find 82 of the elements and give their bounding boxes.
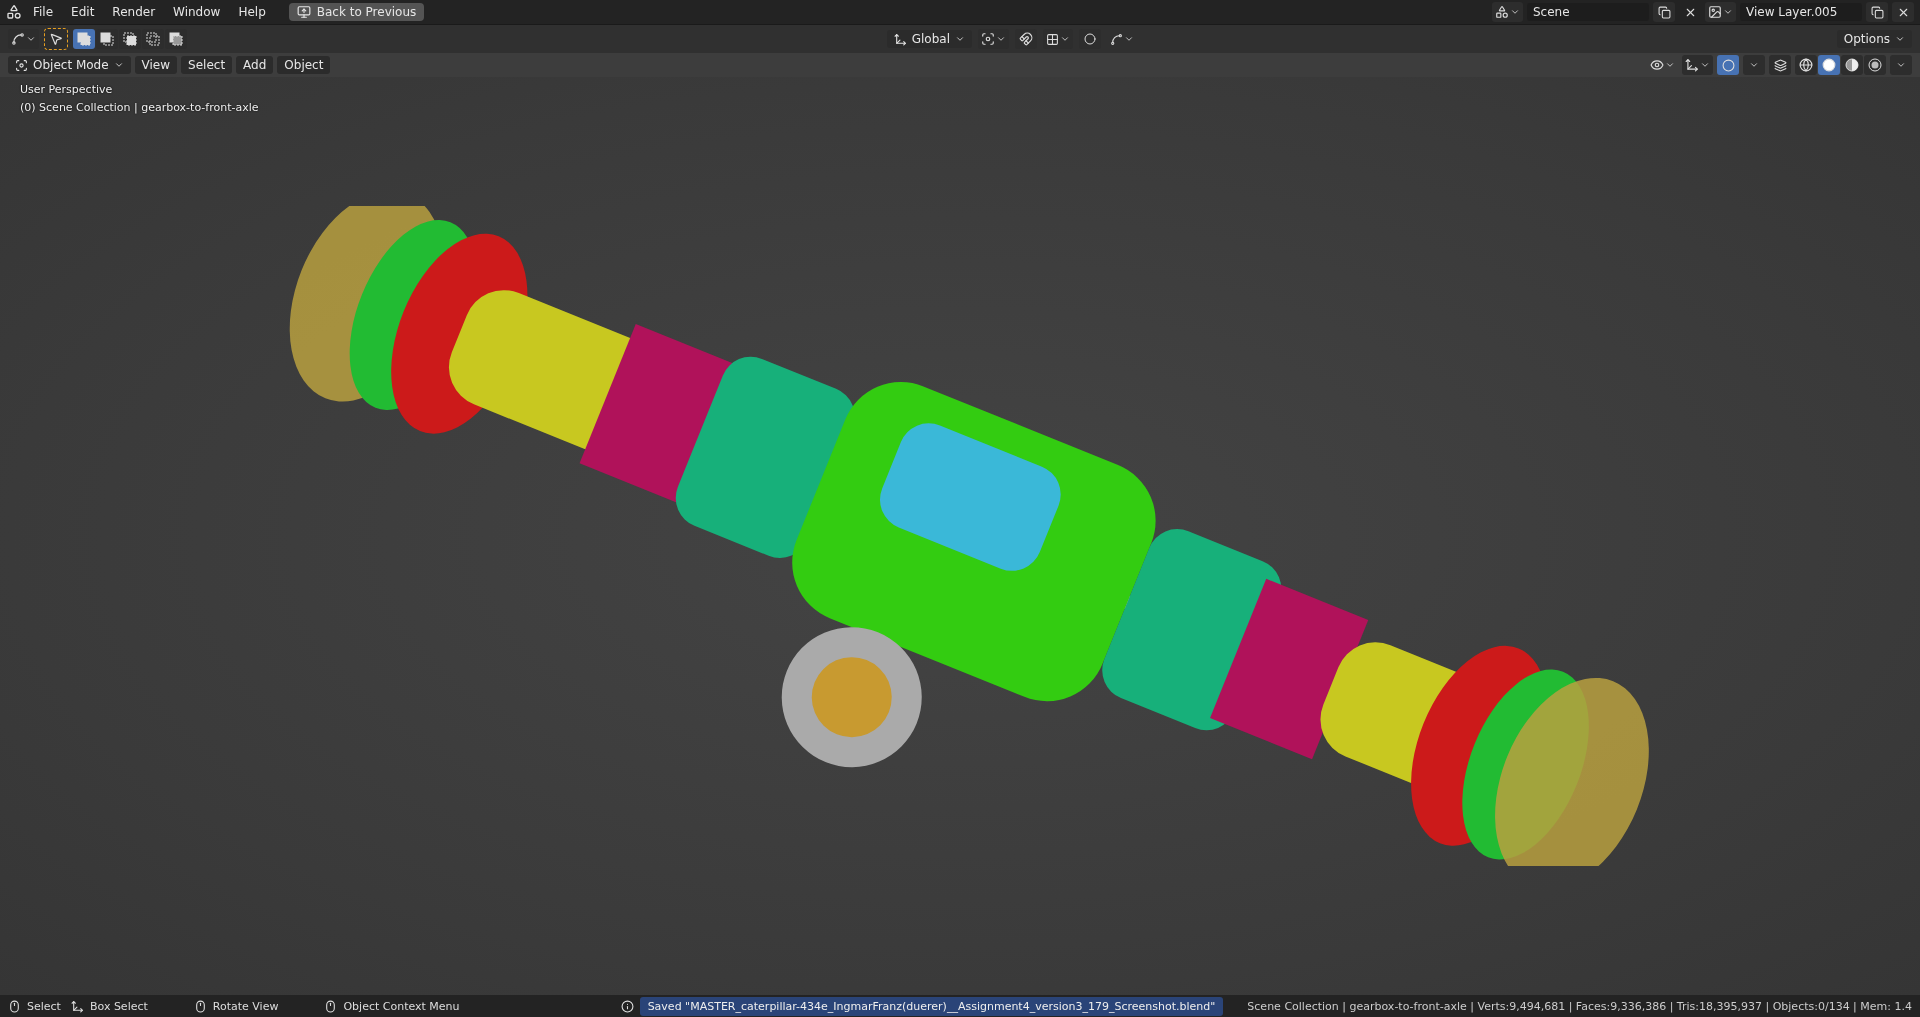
menu-item[interactable]: File [26,2,61,22]
view-layer-browse-button[interactable] [1705,2,1736,22]
chevron-down-icon [1510,7,1520,17]
viewport-menu[interactable]: View [134,56,178,74]
circle-icon [1721,58,1735,72]
shading-mode-button[interactable] [1795,55,1817,75]
shading-mode-button[interactable] [1864,55,1886,75]
viewport-menu[interactable]: Select [181,56,233,74]
chevron-down-icon [996,34,1006,44]
overlays-toggle[interactable] [1717,55,1739,75]
info-icon [620,999,634,1013]
status-hint: Object Context Menu [343,999,460,1013]
menu-item[interactable]: Window [166,2,228,22]
chevron-down-icon [1749,60,1759,70]
monitor-icon [296,5,311,19]
xray-toggle[interactable] [1769,55,1791,75]
copy-icon [1657,5,1671,19]
selection-mode-icon [123,32,137,46]
view-layer-field[interactable]: View Layer.005 [1740,3,1862,21]
solid-sphere-icon [1822,58,1836,72]
half-shaded-sphere-icon [1845,58,1859,72]
viewport-menu[interactable]: Object [277,56,331,74]
chevron-down-icon [26,34,36,44]
object-icon [15,58,28,72]
selection-mode-icon [169,32,183,46]
status-hint: Rotate View [212,999,279,1013]
menu-item[interactable]: Render [105,2,163,22]
select-mode-button[interactable] [73,29,95,49]
shading-mode-button[interactable] [1818,55,1840,75]
chevron-down-icon [1723,7,1733,17]
selection-mode-icon [100,32,114,46]
status-hint: Select [27,999,61,1013]
status-hint: Box Select [89,999,148,1013]
view-name: User Perspective [20,83,114,96]
save-report: Saved "MASTER_caterpillar-434e_IngmarFranz(duerer)__Assignment4_version3_179_Screenshot.blend" [639,996,1224,1016]
rendered-sphere-icon [1868,58,1882,72]
curve-icon [11,32,25,46]
copy-button[interactable] [1866,2,1888,22]
copy-icon [1870,5,1884,19]
gizmo-button[interactable] [1682,55,1713,75]
cursor-icon [49,32,63,46]
pivot-icon [981,32,995,46]
grid-icon [1046,32,1059,46]
chevron-down-icon [1700,60,1710,70]
options-dropdown[interactable]: Options [1836,30,1912,48]
orientation-dropdown[interactable]: Global [886,30,972,48]
chevron-down-icon [1060,34,1070,44]
scene-stats: Scene Collection | gearbox-to-front-axle | Verts:9,494,681 | Faces:9,336,386 | Tris:18,395,937 | Objects:0/134 | Mem: 1.4 [1247,999,1912,1013]
eye-icon [1650,58,1664,72]
select-tool-button[interactable] [45,29,67,49]
axes-icon [1685,58,1699,72]
scene-field[interactable]: Scene [1527,3,1649,21]
chevron-down-icon [1665,60,1675,70]
shading-mode-button[interactable] [1841,55,1863,75]
scene-browse-button[interactable] [1492,2,1523,22]
copy-button[interactable] [1653,2,1675,22]
menu-item[interactable]: Edit [64,2,102,22]
wireframe-sphere-icon [1799,58,1813,72]
circle-icon [1084,33,1096,45]
magnet-icon [1019,32,1033,46]
mouse-icon [193,999,207,1013]
selection-mode-icon [77,32,91,46]
axes-icon [893,32,907,46]
mouse-icon [8,999,21,1013]
app-logo-icon[interactable] [6,4,22,20]
chevron-down-icon [113,60,124,70]
chevron-down-icon [955,34,965,44]
collection-label: (0) Scene Collection | gearbox-to-front-axle [20,101,259,114]
curve-icon [1110,32,1123,46]
selection-mode-icon [146,32,160,46]
chevron-down-icon [1895,34,1905,44]
close-button[interactable] [1892,2,1914,22]
mode-dropdown[interactable]: Object Mode [8,56,131,74]
chevron-down-icon [1896,60,1906,70]
mouse-icon [324,999,338,1013]
back-button[interactable]: Back to Previous [288,3,425,21]
image-icon [1708,5,1722,19]
shapes-icon [1495,5,1509,19]
chevron-down-icon [1124,34,1134,44]
layers-icon [1773,58,1787,72]
menu-item[interactable]: Help [231,2,273,22]
viewport-menu[interactable]: Add [236,56,274,74]
